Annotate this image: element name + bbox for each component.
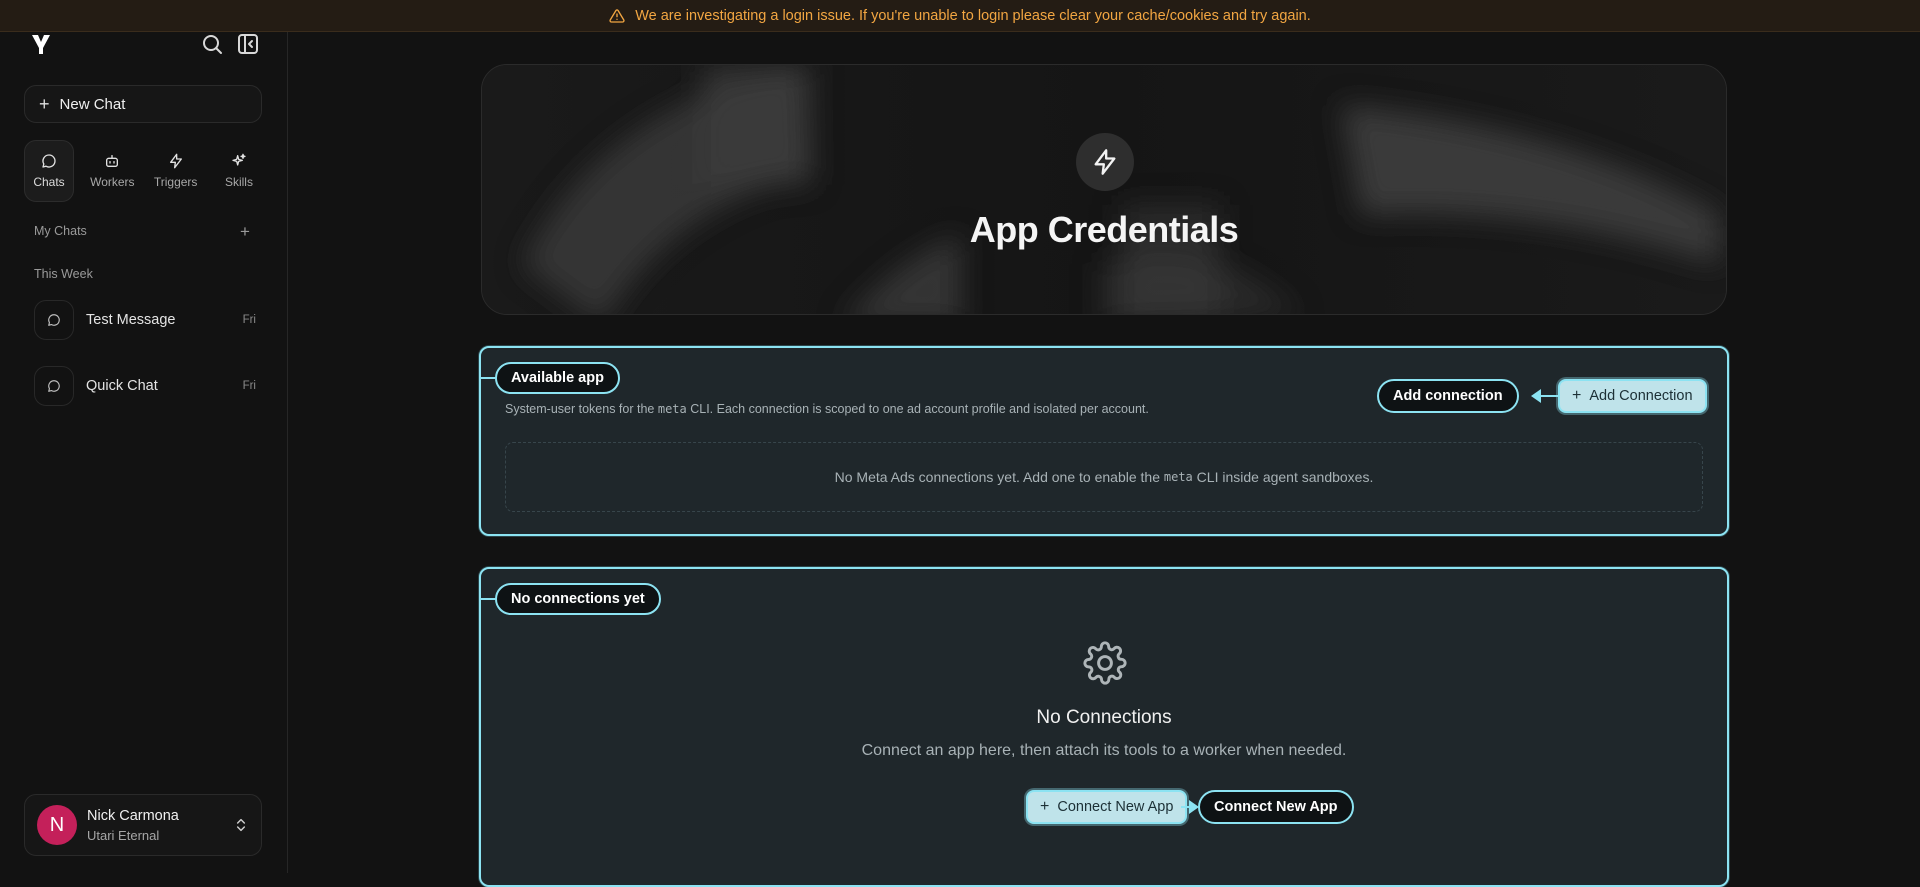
nav-triggers-label: Triggers	[153, 175, 198, 189]
hero-lightning-badge	[1076, 133, 1134, 191]
this-week-label: This Week	[34, 267, 93, 281]
no-connections-tag: No connections yet	[495, 583, 661, 615]
add-connection-button[interactable]: + Add Connection	[1558, 379, 1707, 413]
user-menu-button[interactable]: N Nick Carmona Utari Eternal	[24, 794, 262, 856]
no-connections-subtitle: Connect an app here, then attach its too…	[861, 742, 1347, 759]
nav-workers-label: Workers	[90, 175, 135, 189]
avatar: N	[37, 805, 77, 845]
user-name: Nick Carmona	[87, 807, 179, 824]
chevron-up-down-icon	[236, 818, 246, 832]
available-app-description: System-user tokens for the meta CLI. Eac…	[505, 402, 1149, 416]
empty-text: No Meta Ads connections yet. Add one to …	[834, 469, 1160, 485]
nav-skills-label: Skills	[224, 175, 253, 189]
desc-code: meta	[657, 402, 687, 416]
chat-time: Fri	[242, 314, 256, 326]
no-connections-title: No Connections	[1036, 707, 1172, 728]
nav-chats-label: Chats	[33, 175, 65, 189]
nav-chats[interactable]: Chats	[24, 140, 74, 202]
sparkles-icon	[232, 153, 246, 166]
page-title: App Credentials	[969, 209, 1239, 250]
available-app-panel: Available app System-user tokens for the…	[479, 346, 1729, 536]
chat-item[interactable]: Quick Chat Fri	[34, 366, 264, 406]
chat-bubble-icon	[34, 300, 74, 340]
empty-text-end: CLI inside agent sandboxes.	[1196, 469, 1374, 485]
lightning-icon	[169, 153, 182, 169]
new-chat-label: New Chat	[59, 95, 126, 113]
add-chat-group-button[interactable]: +	[240, 222, 250, 242]
new-chat-button[interactable]: + New Chat	[24, 85, 262, 123]
available-app-tag: Available app	[495, 362, 620, 394]
my-chats-label: My Chats	[34, 224, 87, 238]
search-icon[interactable]	[200, 32, 224, 56]
announcement-banner: We are investigating a login issue. If y…	[0, 0, 1920, 32]
desc-text-end: CLI. Each connection is scoped to one ad…	[686, 402, 1149, 416]
gear-icon	[1083, 641, 1127, 685]
nav-skills[interactable]: Skills	[214, 140, 264, 202]
desc-text: System-user tokens for the	[505, 402, 658, 416]
connections-panel: No connections yet No Connections Connec…	[479, 567, 1729, 887]
connect-new-app-callout: Connect New App	[1198, 790, 1354, 824]
empty-connections-state: No Meta Ads connections yet. Add one to …	[505, 442, 1703, 512]
brand-logo-icon[interactable]	[30, 33, 52, 55]
callout-arrow-icon	[1531, 389, 1559, 403]
warning-icon	[609, 8, 625, 23]
add-connection-callout: Add connection	[1377, 379, 1519, 413]
user-org: Utari Eternal	[87, 827, 160, 843]
user-info: Nick Carmona Utari Eternal	[87, 808, 223, 843]
plus-icon: +	[39, 94, 50, 114]
plus-icon: +	[1572, 387, 1582, 404]
lightning-icon	[1094, 149, 1116, 175]
chat-item[interactable]: Test Message Fri	[34, 300, 264, 340]
plus-icon: +	[1040, 798, 1050, 815]
robot-icon	[106, 155, 119, 167]
chat-title: Test Message	[86, 312, 176, 328]
nav-workers[interactable]: Workers	[87, 140, 137, 202]
nav-triggers[interactable]: Triggers	[151, 140, 201, 202]
chat-title: Quick Chat	[86, 378, 158, 394]
chat-time: Fri	[242, 380, 256, 392]
sidebar: + New Chat Chats Workers Triggers Skills…	[0, 0, 288, 873]
chat-bubble-icon	[34, 366, 74, 406]
chat-bubble-icon	[42, 154, 56, 168]
connect-new-app-label: Connect New App	[1057, 799, 1174, 815]
add-connection-label: Add Connection	[1589, 388, 1693, 404]
sidebar-nav: Chats Workers Triggers Skills	[24, 140, 264, 202]
callout-arrow-icon	[1181, 800, 1199, 814]
hero-banner: App Credentials	[481, 64, 1727, 315]
connect-new-app-button[interactable]: + Connect New App	[1026, 790, 1188, 824]
empty-code: meta	[1163, 470, 1193, 484]
banner-text: We are investigating a login issue. If y…	[635, 7, 1311, 24]
collapse-sidebar-icon[interactable]	[236, 32, 260, 56]
